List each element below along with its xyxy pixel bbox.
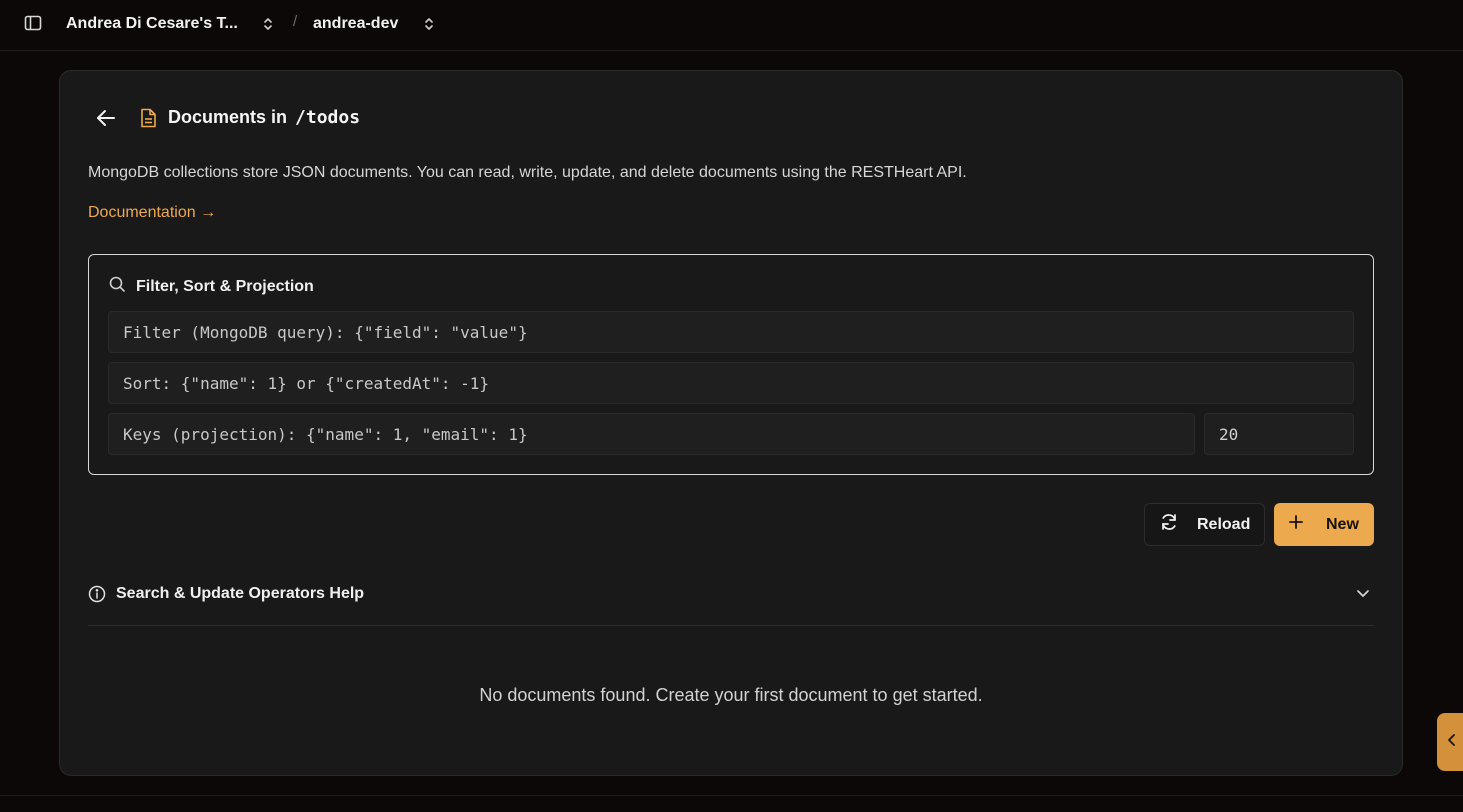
page-size-input-wrapper (1204, 413, 1354, 455)
document-icon (139, 108, 157, 128)
reload-button[interactable]: Reload (1144, 503, 1265, 546)
documentation-link[interactable]: Documentation → (88, 204, 216, 222)
sort-input-wrapper (108, 362, 1354, 404)
page-title: Documents in /todos (168, 107, 360, 128)
sort-input[interactable] (123, 363, 1353, 403)
back-arrow-icon[interactable] (94, 106, 118, 130)
plus-icon (1288, 514, 1304, 535)
search-icon (108, 275, 126, 298)
collection-path: /todos (295, 107, 361, 128)
new-document-button[interactable]: New (1274, 503, 1374, 546)
collection-description: MongoDB collections store JSON documents… (88, 164, 967, 181)
side-panel-toggle[interactable] (1437, 713, 1463, 771)
bottom-divider (0, 795, 1463, 796)
top-bar: Andrea Di Cesare's T... / andrea-dev (0, 0, 1463, 51)
keys-projection-input[interactable] (123, 414, 1194, 454)
chevron-up-down-icon[interactable] (262, 16, 274, 32)
page-title-prefix: Documents in (168, 107, 288, 127)
page-size-input[interactable] (1219, 414, 1353, 454)
chevron-up-down-icon[interactable] (423, 16, 435, 32)
refresh-icon (1159, 512, 1179, 537)
breadcrumb-separator: / (293, 13, 298, 30)
info-icon (88, 585, 106, 603)
empty-state-message: No documents found. Create your first do… (479, 685, 983, 705)
operators-help-accordion[interactable]: Search & Update Operators Help (88, 574, 1374, 626)
filter-panel-title: Filter, Sort & Projection (136, 277, 314, 295)
operators-help-title: Search & Update Operators Help (116, 585, 365, 602)
filter-input[interactable] (123, 312, 1353, 352)
project-selector[interactable]: andrea-dev (313, 0, 398, 47)
new-button-label: New (1326, 515, 1359, 533)
filter-input-wrapper (108, 311, 1354, 353)
chevron-left-icon (1447, 733, 1457, 752)
keys-input-wrapper (108, 413, 1195, 455)
sidebar-toggle-icon[interactable] (24, 14, 42, 32)
reload-button-label: Reload (1197, 515, 1251, 533)
chevron-down-icon[interactable] (1356, 586, 1370, 600)
team-selector[interactable]: Andrea Di Cesare's T... (66, 0, 238, 47)
filter-panel-header: Filter, Sort & Projection (108, 275, 314, 298)
